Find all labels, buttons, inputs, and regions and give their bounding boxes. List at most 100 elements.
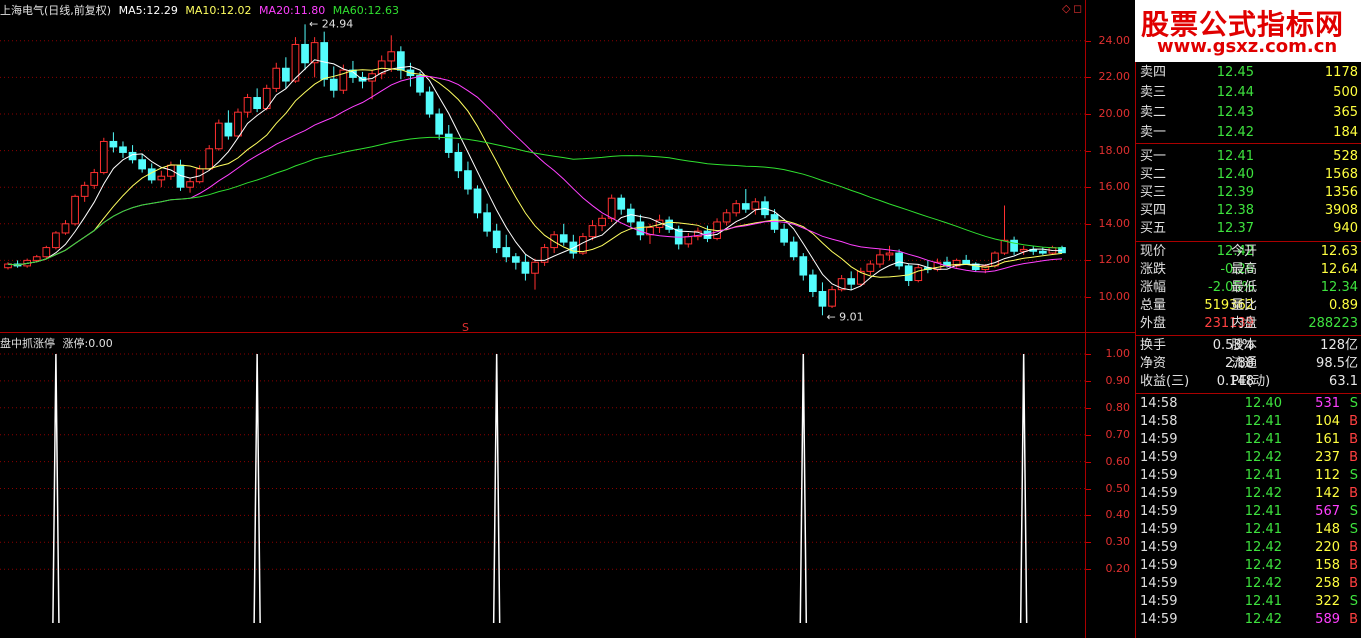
bid-row[interactable]: 买五 12.37 940: [1136, 220, 1361, 238]
ask-row[interactable]: 卖二 12.43 365: [1136, 104, 1361, 122]
ask-row[interactable]: 卖三 12.44 500: [1136, 84, 1361, 102]
expand-icon[interactable]: ◇: [1062, 2, 1070, 15]
price-axis-tick: [1086, 150, 1091, 152]
tick-price: 12.41: [1244, 504, 1282, 519]
tick-price: 12.40: [1244, 396, 1282, 411]
candle-body: [684, 236, 693, 245]
candle-body: [1038, 250, 1047, 254]
quote-label-left: 现价: [1140, 244, 1167, 259]
candle-body: [914, 267, 923, 282]
quote-label-right: 最高: [1231, 262, 1258, 277]
candle-body: [416, 75, 424, 93]
bid-row[interactable]: 买三 12.39 1356: [1136, 184, 1361, 202]
indicator-axis-label: 0.40: [1105, 508, 1131, 522]
ma20-line: [7, 75, 1063, 273]
tick-time: 14:59: [1140, 612, 1178, 627]
candle-body: [799, 256, 808, 276]
candle-body: [435, 113, 444, 135]
ask-row[interactable]: 卖四 12.45 1178: [1136, 64, 1361, 82]
tick-side: B: [1349, 612, 1358, 627]
candle-body: [732, 203, 741, 214]
fundamental-row: 换手 0.53% 股本 128亿: [1136, 337, 1361, 355]
quote-value-right: 12.63: [1320, 244, 1358, 259]
tick-price: 12.42: [1244, 576, 1282, 591]
bid-volume: 3908: [1324, 203, 1358, 218]
ma10-line: [7, 67, 1063, 278]
ask-label: 卖三: [1140, 85, 1167, 100]
bid-label: 买一: [1140, 149, 1167, 164]
ask-label: 卖二: [1140, 105, 1167, 120]
candle-body: [167, 164, 175, 177]
pane-divider[interactable]: [0, 332, 1135, 333]
candle-body: [991, 252, 999, 267]
candle-body: [234, 111, 242, 137]
price-axis-label: 10.00: [1098, 290, 1131, 303]
price-axis-tick: [1086, 77, 1091, 79]
tick-side: S: [1349, 504, 1358, 519]
candle-body: [253, 97, 261, 110]
price-axis-label: 18.00: [1098, 143, 1131, 157]
limit-up-signal-spike: [1019, 353, 1028, 624]
restore-icon[interactable]: ◻: [1073, 2, 1082, 15]
tick-row: 14:58 12.40 531 S: [1136, 395, 1361, 413]
bid-price: 12.40: [1216, 167, 1254, 182]
tick-price: 12.41: [1244, 414, 1282, 429]
quote-label-right: 最低: [1231, 280, 1258, 295]
tick-time: 14:59: [1140, 468, 1178, 483]
bid-label: 买二: [1140, 167, 1167, 182]
watermark-url: www.gsxz.com.cn: [1157, 36, 1338, 57]
candle-body: [138, 159, 146, 170]
ask-label: 卖一: [1140, 125, 1167, 140]
quote-divider: [1136, 241, 1361, 242]
tick-side: B: [1349, 450, 1358, 465]
tick-volume: 112: [1315, 468, 1340, 483]
candle-body: [722, 212, 731, 223]
candle-body: [962, 259, 971, 265]
tick-time: 14:59: [1140, 504, 1178, 519]
candle-body: [282, 67, 290, 82]
candle-body: [876, 254, 884, 265]
candle-body: [473, 188, 482, 214]
tick-volume: 237: [1315, 450, 1340, 465]
bid-row[interactable]: 买四 12.38 3908: [1136, 202, 1361, 220]
bid-volume: 1568: [1324, 167, 1358, 182]
indicator-axis-label: 0.60: [1105, 454, 1131, 468]
tick-side: B: [1349, 414, 1358, 429]
candle-body: [818, 291, 827, 307]
price-axis: 24.00 22.00 20.00 18.00 16.00 14.00 12.00 10.00: [1085, 0, 1136, 333]
ma10-label: MA10:: [185, 4, 221, 17]
bid-label: 买三: [1140, 185, 1167, 200]
tick-volume: 567: [1315, 504, 1340, 519]
limit-up-signal-spike: [52, 353, 60, 624]
candle-body: [444, 133, 453, 153]
ma5-line: [7, 59, 1063, 291]
limit-up-signal-spike: [799, 353, 808, 624]
tick-price: 12.41: [1244, 432, 1282, 447]
candlestick-chart[interactable]: ← 24.94← 9.01S: [0, 0, 1085, 333]
bid-price: 12.38: [1216, 203, 1254, 218]
indicator-axis-tick: [1086, 434, 1091, 436]
candle-body: [387, 51, 396, 62]
tick-time: 14:59: [1140, 432, 1178, 447]
bid-row[interactable]: 买一 12.41 528: [1136, 148, 1361, 166]
tick-row: 14:59 12.42 158 B: [1136, 557, 1361, 575]
quote-row: 涨跌 -0.26 最高 12.64: [1136, 261, 1361, 279]
bid-row[interactable]: 买二 12.40 1568: [1136, 166, 1361, 184]
indicator-chart[interactable]: [0, 333, 1085, 638]
candle-body: [90, 172, 99, 186]
quote-label-left: 涨跌: [1140, 262, 1167, 277]
tick-side: B: [1349, 432, 1358, 447]
tick-side: S: [1349, 594, 1358, 609]
fundamental-label-left: 收益(三): [1140, 374, 1190, 389]
candle-body: [895, 252, 903, 267]
candle-body: [809, 274, 817, 293]
price-axis-tick: [1086, 114, 1091, 115]
ask-row[interactable]: 卖一 12.42 184: [1136, 124, 1361, 142]
candle-body: [847, 278, 856, 285]
price-axis-tick: [1086, 297, 1091, 298]
candle-body: [607, 197, 616, 219]
ask-volume: 1178: [1324, 65, 1358, 80]
tick-price: 12.42: [1244, 450, 1282, 465]
candle-body: [617, 197, 626, 210]
candle-body: [61, 223, 70, 234]
